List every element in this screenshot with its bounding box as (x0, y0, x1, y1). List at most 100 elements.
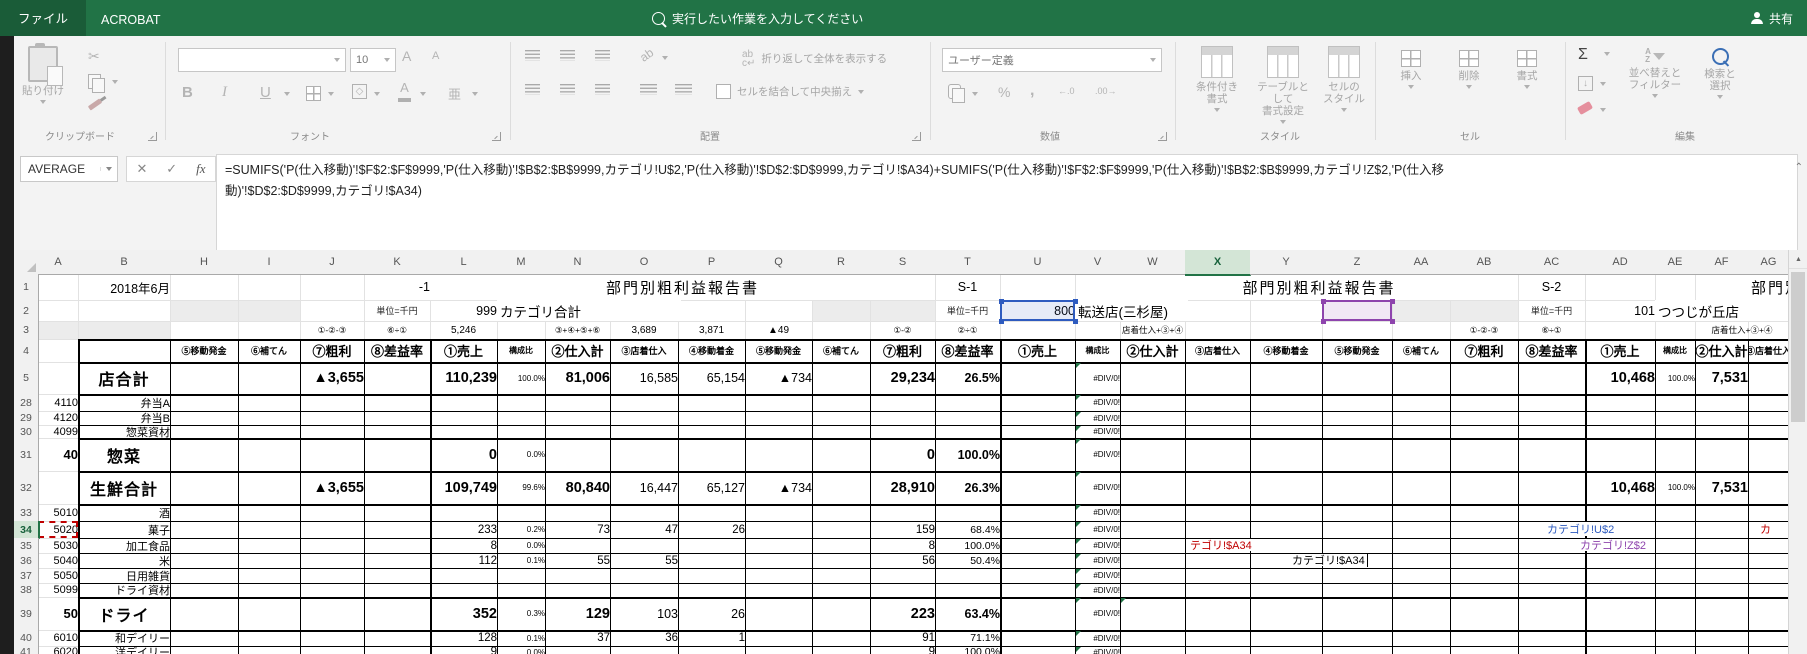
cell-L36[interactable]: 112 (430, 553, 502, 568)
wrap-text-button[interactable]: ab c↵ 折り返して全体を表示する (742, 50, 887, 69)
cancel-icon[interactable]: ✕ (136, 161, 147, 177)
cell-AC2[interactable]: 単位=千円 (1518, 300, 1585, 321)
decrease-decimal-button[interactable]: .00→ (1095, 86, 1117, 96)
cell-N40[interactable]: 37 (545, 630, 615, 646)
cell-O5[interactable]: 16,585 (610, 362, 683, 394)
row-header-1[interactable]: 1 (14, 274, 39, 301)
cell-M39[interactable]: 0.3% (497, 597, 548, 630)
column-header-S[interactable]: S (870, 250, 936, 275)
column-header-AB[interactable]: AB (1450, 250, 1519, 275)
cell-N32[interactable]: 80,840 (545, 471, 615, 504)
cell-AA4[interactable]: ⑥補てん (1392, 339, 1450, 362)
cell-P39[interactable]: 26 (678, 597, 750, 630)
cell-L39[interactable]: 352 (430, 597, 502, 630)
cell-V29[interactable]: #DIV/0! (1075, 411, 1123, 425)
font-color-dropdown[interactable] (420, 92, 426, 96)
cell-B40[interactable]: 和デイリー (78, 630, 175, 646)
tab-file[interactable]: ファイル (0, 0, 87, 36)
cell-S4[interactable]: ⑦粗利 (870, 339, 935, 362)
font-size-combo[interactable]: 10 (350, 48, 396, 72)
cell-J32[interactable]: ▲3,655 (300, 471, 369, 504)
cell-V5[interactable]: #DIV/0! (1075, 362, 1123, 394)
cell-S32[interactable]: 28,910 (870, 471, 940, 504)
cell-B35[interactable]: 加工食品 (78, 538, 175, 553)
fill-button[interactable]: ↓ (1578, 76, 1593, 91)
cell-I4[interactable]: ⑥補てん (238, 339, 300, 362)
cell-V28[interactable]: #DIV/0! (1075, 394, 1123, 411)
align-bottom-button[interactable] (595, 50, 610, 61)
cell-AG4[interactable]: ③店着仕入 (1748, 339, 1788, 362)
comma-style-button[interactable]: , (1030, 82, 1034, 100)
cell-L31[interactable]: 0 (430, 438, 502, 471)
row-header-38[interactable]: 38 (14, 583, 39, 598)
cell-T1[interactable]: S-1 (935, 274, 1000, 300)
copy-dropdown[interactable] (112, 80, 118, 84)
merge-center-button[interactable]: セルを結合して中央揃え (716, 84, 865, 99)
cell-H4[interactable]: ⑤移動発金 (170, 339, 238, 362)
cell-A28[interactable]: 4110 (38, 394, 83, 411)
cell-O39[interactable]: 103 (610, 597, 683, 630)
row-header-3[interactable]: 3 (14, 321, 39, 340)
cell-J3[interactable]: ①-②-③ (300, 321, 364, 339)
phonetic-dropdown[interactable] (472, 92, 478, 96)
increase-indent-button[interactable] (675, 84, 692, 95)
cell-AE5[interactable]: 100.0% (1655, 362, 1698, 394)
cell-A29[interactable]: 4120 (38, 411, 83, 425)
cell-A36[interactable]: 5040 (38, 553, 83, 568)
cell-A38[interactable]: 5099 (38, 583, 83, 597)
borders-button[interactable] (306, 86, 321, 101)
underline-button[interactable]: U (260, 84, 271, 101)
cell-B5[interactable]: 店合計 (78, 362, 170, 394)
column-header-Z[interactable]: Z (1322, 250, 1393, 275)
delete-cells-button[interactable]: 削除 (1446, 50, 1492, 89)
cell-P40[interactable]: 1 (678, 630, 750, 646)
sort-filter-button[interactable]: AZ 並べ替えと フィルター (1622, 48, 1688, 98)
cell-V30[interactable]: #DIV/0! (1075, 425, 1123, 438)
cell-V36[interactable]: #DIV/0! (1075, 553, 1123, 568)
cell-N3[interactable]: ③+④+⑤+⑥ (545, 321, 610, 339)
tell-me-search[interactable]: 実行したい作業を入力してください (652, 0, 863, 36)
cell-A40[interactable]: 6010 (38, 630, 83, 646)
cell-T41[interactable]: 100.0% (935, 646, 1004, 654)
accounting-dropdown[interactable] (972, 92, 978, 96)
column-header-K[interactable]: K (364, 250, 431, 275)
cell-P3[interactable]: 3,871 (678, 321, 745, 339)
percent-style-button[interactable]: % (998, 84, 1010, 100)
row-header-29[interactable]: 29 (14, 411, 39, 426)
cell-L1[interactable]: 部門別粗利益報告書 (430, 274, 935, 300)
cell-P32[interactable]: 65,127 (678, 471, 750, 504)
cell-T3[interactable]: ②÷① (935, 321, 1000, 339)
column-header-AA[interactable]: AA (1392, 250, 1451, 275)
cell-T34[interactable]: 68.4% (935, 521, 1004, 538)
increase-decimal-button[interactable]: ←.0 (1058, 86, 1075, 96)
cell-N4[interactable]: ②仕入計 (545, 339, 610, 362)
cell-AC3[interactable]: ⑥÷① (1518, 321, 1585, 339)
find-select-button[interactable]: 検索と 選択 (1694, 48, 1746, 99)
cell-Q5[interactable]: ▲734 (745, 362, 817, 394)
cell-AF32[interactable]: 7,531 (1695, 471, 1753, 504)
column-header-T[interactable]: T (935, 250, 1001, 275)
cell-O32[interactable]: 16,447 (610, 471, 683, 504)
conditional-formatting-button[interactable]: 条件付き 書式 (1188, 46, 1246, 112)
autosum-button[interactable]: Σ (1578, 46, 1588, 64)
cell-A30[interactable]: 4099 (38, 425, 83, 438)
cell-Y4[interactable]: ④移動着金 (1250, 339, 1322, 362)
column-header-N[interactable]: N (545, 250, 611, 275)
cell-N34[interactable]: 73 (545, 521, 615, 538)
italic-button[interactable]: I (222, 84, 227, 101)
cell-B32[interactable]: 生鮮合計 (78, 471, 170, 504)
row-header-40[interactable]: 40 (14, 630, 39, 647)
column-header-O[interactable]: O (610, 250, 679, 275)
column-header-Q[interactable]: Q (745, 250, 813, 275)
row-header-41[interactable]: 41 (14, 646, 39, 654)
fill-color-dropdown[interactable] (374, 92, 380, 96)
cell-AF4[interactable]: ②仕入計 (1695, 339, 1748, 362)
cell-V40[interactable]: #DIV/0! (1075, 630, 1123, 646)
font-dialog-launcher[interactable] (492, 132, 501, 141)
enter-icon[interactable]: ✓ (166, 161, 177, 177)
cell-A35[interactable]: 5030 (38, 538, 83, 553)
column-header-X[interactable]: X (1185, 250, 1251, 276)
font-color-button[interactable]: A (398, 81, 411, 102)
column-header-I[interactable]: I (238, 250, 301, 275)
column-header-B[interactable]: B (78, 250, 171, 275)
